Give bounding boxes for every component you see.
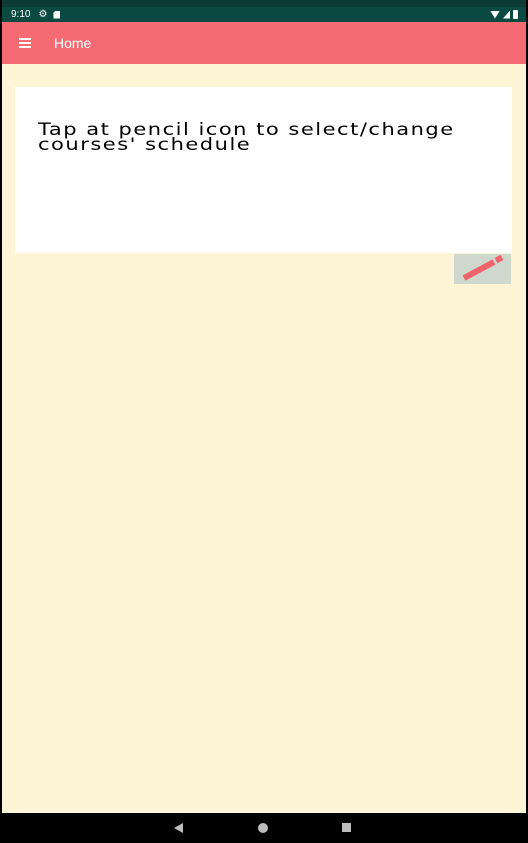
- wifi-icon: [490, 10, 500, 19]
- app-bar: Home: [2, 22, 526, 64]
- pencil-icon: [462, 254, 504, 281]
- status-right-icons: [490, 10, 518, 19]
- status-bar: 9:10 ⚙: [2, 7, 526, 22]
- edit-schedule-button[interactable]: [454, 254, 511, 284]
- recents-icon[interactable]: [342, 823, 351, 832]
- device-screen: 9:10 ⚙ Home Tap at pencil icon to select…: [2, 0, 526, 843]
- navigation-bar: [2, 813, 526, 843]
- home-icon[interactable]: [258, 823, 268, 833]
- back-icon[interactable]: [174, 823, 183, 833]
- main-content: Tap at pencil icon to select/change cour…: [2, 64, 526, 813]
- signal-icon: [503, 10, 510, 19]
- gear-icon: ⚙: [38, 9, 48, 20]
- instruction-text: Tap at pencil icon to select/change cour…: [38, 119, 455, 154]
- battery-icon: [513, 10, 518, 19]
- status-time: 9:10: [11, 9, 31, 20]
- sd-card-icon: [53, 10, 61, 19]
- menu-icon[interactable]: [19, 38, 31, 48]
- page-title: Home: [54, 35, 92, 51]
- instruction-card: Tap at pencil icon to select/change cour…: [15, 87, 512, 253]
